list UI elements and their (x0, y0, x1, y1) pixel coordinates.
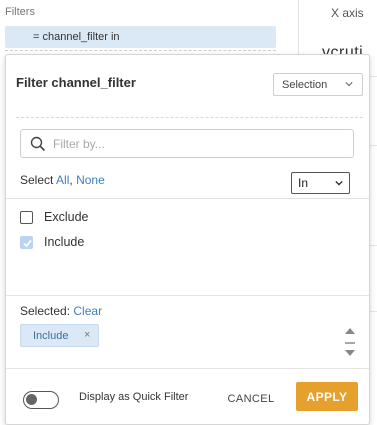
selected-pill-label: Include (33, 330, 69, 342)
filter-search-box[interactable] (20, 129, 354, 158)
popup-title: Filter channel_filter (16, 75, 136, 90)
select-prefix: Select (20, 173, 54, 187)
apply-button[interactable]: APPLY (296, 382, 358, 411)
selected-label: Selected: (20, 304, 71, 318)
filters-drop-zone (5, 50, 276, 51)
chevron-down-icon (335, 180, 343, 186)
title-separator (16, 117, 363, 118)
toggle-knob (26, 394, 37, 405)
filter-mode-select[interactable]: Selection (273, 73, 363, 96)
quick-filter-label: Display as Quick Filter (79, 391, 189, 403)
select-none-link[interactable]: None (76, 173, 105, 187)
include-checkbox[interactable] (20, 236, 33, 249)
selected-pill-include: Include × (20, 324, 99, 347)
filter-popup: Filter channel_filter Selection Select A… (5, 54, 370, 425)
operator-value: In (298, 176, 309, 190)
search-icon (30, 136, 46, 152)
operator-select[interactable]: In (291, 172, 350, 194)
exclude-checkbox[interactable] (20, 211, 33, 224)
selected-row: Selected: Clear (20, 304, 102, 318)
checkmark-icon (23, 239, 32, 248)
select-all-link[interactable]: All (56, 173, 69, 187)
x-axis-heading: X axis (331, 6, 364, 20)
select-separator: , (69, 173, 73, 187)
cancel-button[interactable]: CANCEL (225, 389, 277, 411)
list-item-label: Exclude (44, 210, 89, 224)
filter-search-input[interactable] (53, 135, 343, 153)
quick-filter-toggle[interactable] (23, 391, 59, 409)
list-item-label: Include (44, 235, 85, 249)
filters-heading: Filters (5, 6, 35, 18)
filter-mode-value: Selection (282, 79, 328, 91)
footer-separator (6, 368, 369, 369)
list-separator (6, 198, 369, 199)
selected-separator (6, 295, 369, 296)
active-filter-chip[interactable]: = channel_filter in (5, 26, 276, 48)
scroll-arrows-icon[interactable] (343, 326, 357, 358)
select-all-none-row: Select All, None (20, 173, 105, 187)
remove-pill-icon[interactable]: × (84, 329, 90, 341)
chevron-down-icon (345, 82, 353, 87)
clear-link[interactable]: Clear (73, 304, 102, 318)
